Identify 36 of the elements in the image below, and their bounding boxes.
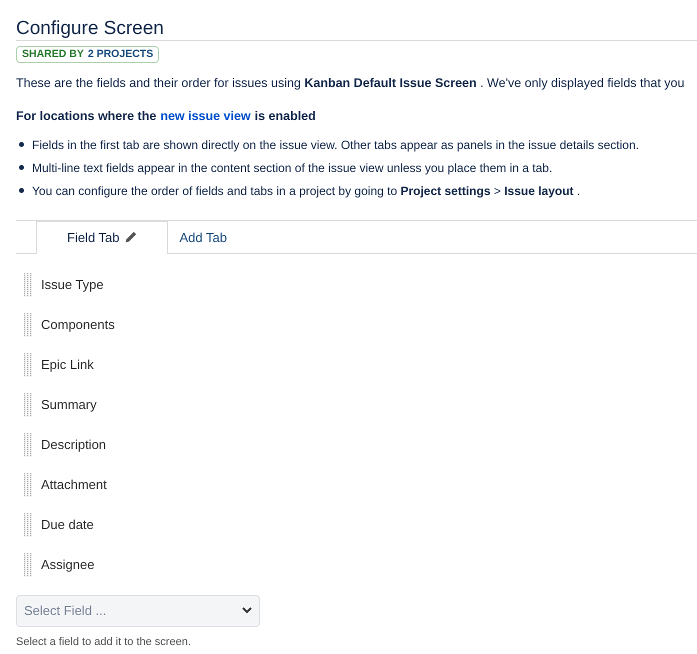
drag-handle-icon[interactable] <box>24 552 32 576</box>
drag-handle-icon[interactable] <box>24 272 32 296</box>
notice-text: For locations where the <box>16 108 156 125</box>
field-name: Attachment <box>41 476 107 494</box>
bullet-text: You can configure the order of fields and tabs in a project by going to Project settings > Issue layout . <box>32 182 580 200</box>
field-name: Components <box>41 316 115 334</box>
drag-handle-icon[interactable] <box>24 392 32 416</box>
select-placeholder: Select Field ... <box>24 602 106 620</box>
help-text: Select a field to add it to the screen. <box>16 634 192 650</box>
field-name: Issue Type <box>41 276 104 294</box>
drag-handle-icon[interactable] <box>24 512 32 536</box>
page-title: Configure Screen <box>16 18 697 41</box>
bullet-icon <box>19 188 24 192</box>
notice-text: is enabled <box>254 108 316 125</box>
drag-handle-icon[interactable] <box>24 432 32 456</box>
drag-handle-icon[interactable] <box>24 352 32 376</box>
shared-badge[interactable]: SHARED BY 2 PROJECTS <box>16 46 160 63</box>
drag-handle-icon[interactable] <box>24 472 32 496</box>
field-name: Epic Link <box>41 356 94 374</box>
bullet-icon <box>19 142 24 146</box>
chevron-down-icon <box>242 607 252 614</box>
field-tab[interactable]: Field Tab <box>36 220 168 254</box>
badge-count: 2 PROJECTS <box>88 47 154 62</box>
field-name: Due date <box>41 516 94 534</box>
field-name: Assignee <box>41 556 94 574</box>
add-tab-link[interactable]: Add Tab <box>168 222 239 252</box>
intro-text: These are the fields and their order for issues using Kanban Default Issue Screen . We've only displayed fields that you <box>16 75 686 92</box>
new-issue-view-link[interactable]: new issue view <box>160 106 251 126</box>
drag-handle-icon[interactable] <box>24 312 32 336</box>
bullet-text: Fields in the first tab are shown directly on the issue view. Other tabs appear as panels in the issue details section. <box>32 136 639 154</box>
bullet-icon <box>19 164 24 170</box>
badge-label: SHARED BY <box>22 47 84 62</box>
field-name: Description <box>41 436 106 454</box>
pencil-icon[interactable] <box>124 231 137 244</box>
bullet-text: Multi-line text fields appear in the content section of the issue view unless you place them in a tab. <box>32 160 552 176</box>
field-name: Summary <box>41 396 97 414</box>
